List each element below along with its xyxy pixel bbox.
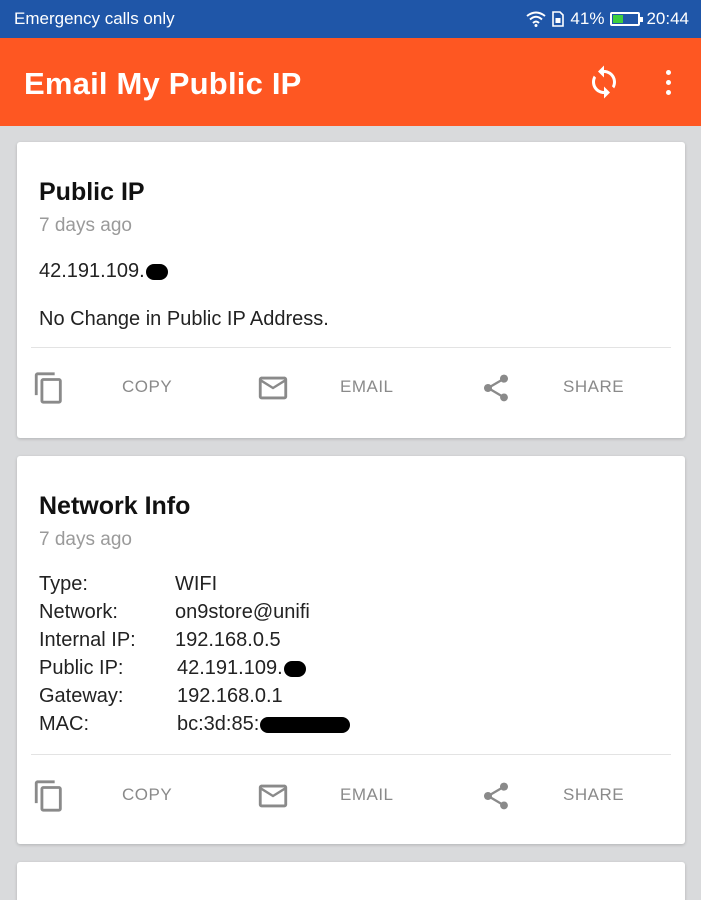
- card-title: Public IP: [39, 178, 145, 206]
- share-button[interactable]: [476, 368, 516, 408]
- info-row-internal-ip: Internal IP: 192.168.0.5: [39, 629, 281, 651]
- info-row-type: Type: WIFI: [39, 573, 218, 595]
- share-icon: [484, 374, 508, 402]
- info-row-public-ip: Public IP: 42.191.109.: [39, 657, 539, 683]
- info-row-gateway: Gateway: 192.168.0.1: [39, 685, 283, 707]
- email-label[interactable]: EMAIL: [340, 785, 394, 805]
- public-ip-card: Public IP 7 days ago 42.191.109. No Chan…: [17, 142, 685, 438]
- app-bar: Email My Public IP: [0, 38, 701, 126]
- info-row-mac: MAC: bc:3d:85:: [39, 713, 539, 739]
- email-button[interactable]: [253, 368, 293, 408]
- battery-icon: [610, 12, 644, 26]
- sim-icon: [552, 11, 565, 27]
- redacted-mark: [283, 660, 306, 677]
- network-info-card: Network Info 7 days ago Type: WIFI Netwo…: [17, 456, 685, 844]
- divider: [31, 754, 671, 755]
- email-label[interactable]: EMAIL: [340, 377, 394, 397]
- info-row-network: Network: on9store@unifi: [39, 601, 310, 623]
- more-options-button[interactable]: [656, 62, 680, 102]
- redacted-mark: [145, 263, 168, 280]
- card-timestamp: 7 days ago: [39, 215, 132, 236]
- copy-label[interactable]: COPY: [122, 377, 172, 397]
- wifi-icon: [526, 11, 547, 27]
- divider: [31, 347, 671, 348]
- share-button[interactable]: [476, 776, 516, 816]
- redacted-mark: [260, 716, 351, 733]
- card-actions: COPY EMAIL SHARE: [17, 368, 685, 424]
- copy-label[interactable]: COPY: [122, 785, 172, 805]
- carrier-status-text: Emergency calls only: [14, 9, 175, 28]
- card-title: Network Info: [39, 492, 191, 520]
- app-title: Email My Public IP: [24, 66, 302, 101]
- copy-icon: [34, 372, 62, 404]
- public-ip-value: 42.191.109.: [39, 260, 168, 283]
- email-icon: [258, 376, 288, 400]
- battery-percent: 41%: [570, 9, 605, 28]
- next-card: [17, 862, 685, 900]
- email-icon: [258, 784, 288, 808]
- share-label[interactable]: SHARE: [563, 785, 624, 805]
- refresh-button[interactable]: [584, 62, 624, 102]
- refresh-icon: [592, 65, 616, 99]
- copy-button[interactable]: [29, 776, 69, 816]
- more-vert-icon: [665, 69, 671, 75]
- clock-time: 20:44: [646, 9, 689, 28]
- share-label[interactable]: SHARE: [563, 377, 624, 397]
- copy-button[interactable]: [29, 368, 69, 408]
- card-actions: COPY EMAIL SHARE: [17, 776, 685, 832]
- ip-status-message: No Change in Public IP Address.: [39, 308, 329, 330]
- status-icons: 41% 20:44: [526, 9, 689, 29]
- status-bar: Emergency calls only 41% 20:44: [0, 0, 701, 38]
- email-button[interactable]: [253, 776, 293, 816]
- share-icon: [484, 782, 508, 810]
- copy-icon: [34, 780, 62, 812]
- card-timestamp: 7 days ago: [39, 529, 132, 550]
